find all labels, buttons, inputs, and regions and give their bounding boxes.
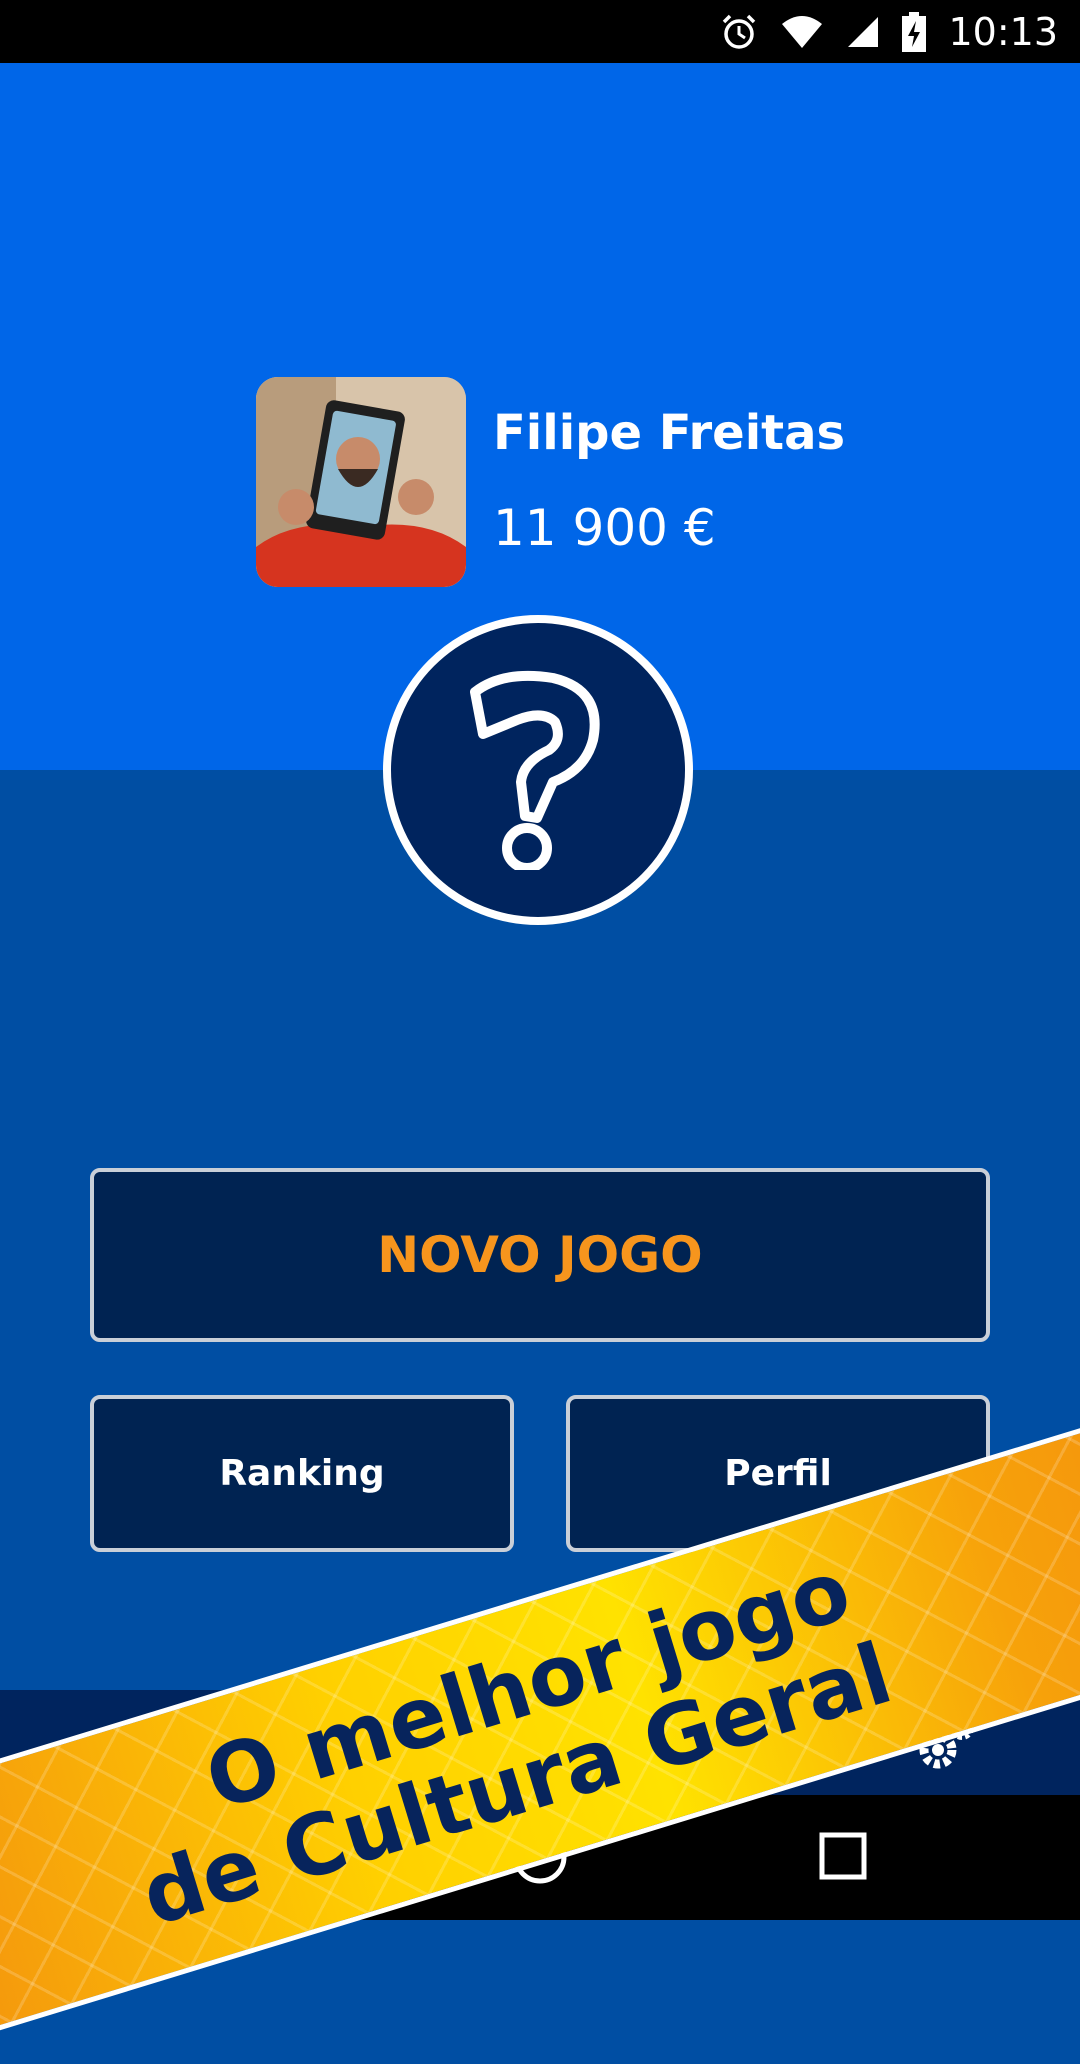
avatar[interactable] bbox=[256, 377, 466, 587]
battery-charging-icon bbox=[902, 11, 927, 52]
player-money: 11 900 € bbox=[493, 499, 716, 557]
alarm-icon bbox=[723, 14, 756, 49]
signal-icon bbox=[848, 16, 879, 47]
ranking-button[interactable]: Ranking bbox=[90, 1395, 514, 1552]
profile-card[interactable]: Filipe Freitas 11 900 € bbox=[256, 377, 856, 587]
recents-icon[interactable] bbox=[818, 1827, 868, 1887]
status-bar: 10:13 bbox=[0, 0, 1080, 63]
clock-time: 10:13 bbox=[948, 9, 1058, 54]
new-game-button[interactable]: NOVO JOGO bbox=[90, 1168, 990, 1342]
wifi-icon bbox=[782, 15, 823, 48]
app-logo bbox=[383, 615, 693, 925]
player-name: Filipe Freitas bbox=[493, 405, 846, 461]
question-mark-icon bbox=[470, 670, 600, 870]
